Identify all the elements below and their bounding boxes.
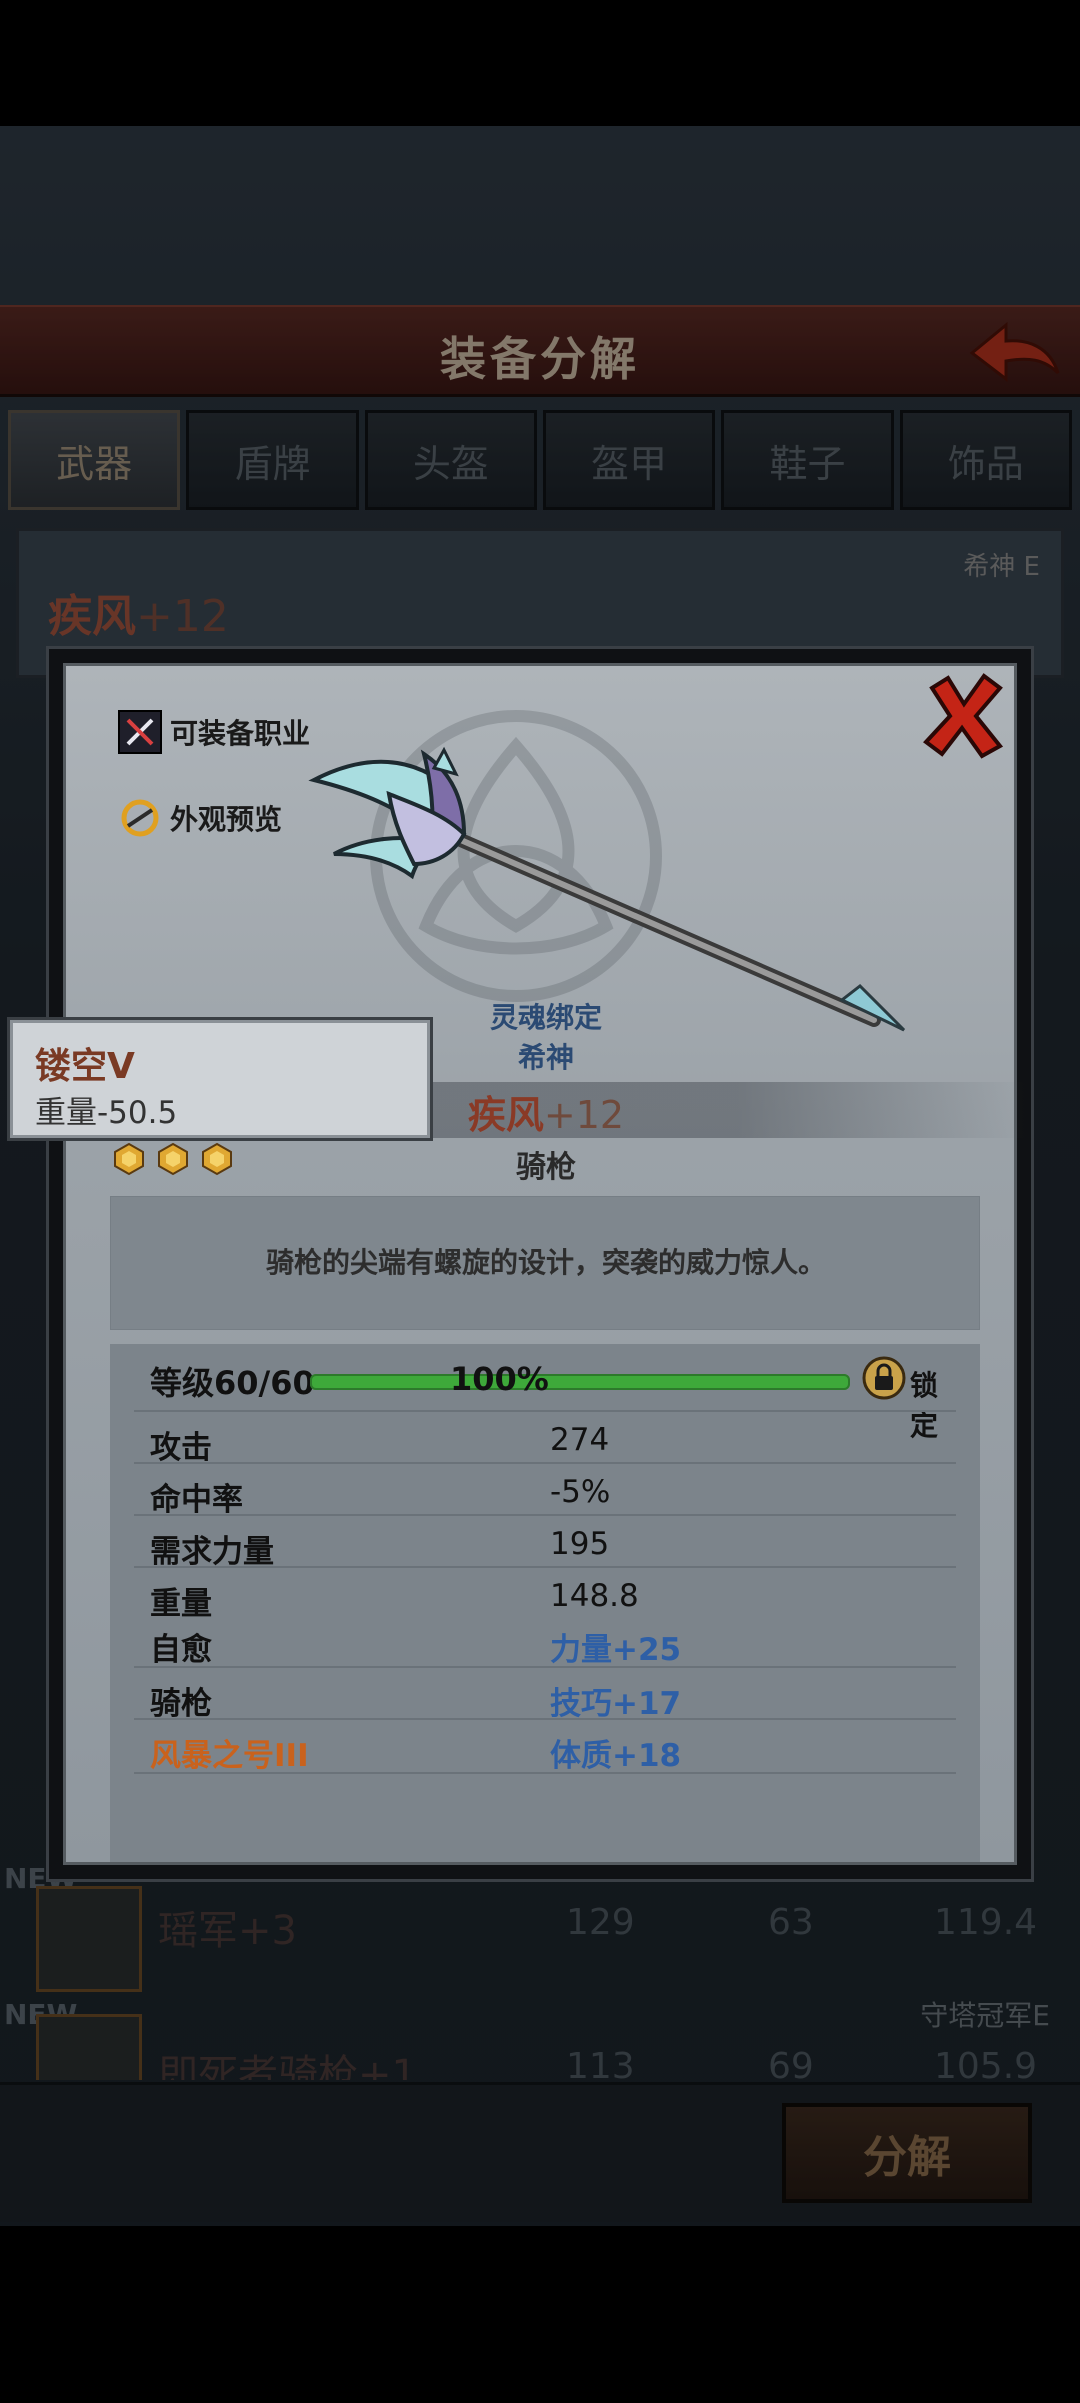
tooltip-stat: 重量-50.5 [35,1095,178,1131]
stat-value: 148.8 [550,1578,639,1614]
stat-row-hit-rate: 命中率 -5% [134,1462,956,1518]
stat-row-attack: 攻击 274 [134,1410,956,1466]
preview-icon [118,796,162,840]
stat-row-required-strength: 需求力量 195 [134,1514,956,1570]
bonus-value: 技巧+17 [550,1686,682,1722]
gem-tooltip: 镂空V 重量-50.5 [10,1020,430,1138]
description-box: 骑枪的尖端有螺旋的设计，突袭的威力惊人。 [110,1196,980,1330]
bonus-value: 体质+18 [550,1738,682,1774]
gem-socket-icon[interactable] [112,1142,146,1176]
stat-key: 需求力量 [150,1534,274,1570]
appearance-preview-button[interactable]: 外观预览 [118,796,282,840]
stat-value: -5% [550,1474,611,1510]
level-row: 等级60/60 100% 锁定 [150,1354,950,1442]
skill-name[interactable]: 风暴之号III [150,1730,309,1775]
level-progress-bar [310,1374,850,1390]
item-description: 骑枪的尖端有螺旋的设计，突袭的威力惊人。 [265,1246,826,1279]
stat-key: 命中率 [150,1482,243,1518]
close-corner [884,666,1014,766]
level-percent: 100% [450,1360,549,1398]
stat-value: 274 [550,1422,610,1458]
stat-row-skill: 自愈 力量+25 [134,1614,956,1669]
dialog-panel: 可装备职业 外观预览 灵魂绑定 希神 疾风+12 骑枪 骑枪的尖端有螺旋的设计，… [63,663,1026,1865]
skill-name[interactable]: 自愈 [150,1624,212,1669]
crossed-swords-icon [118,710,162,754]
skill-name[interactable]: 骑枪 [150,1678,212,1723]
gem-socket-icon[interactable] [156,1142,190,1176]
equippable-class-label: 可装备职业 [170,717,311,750]
stat-key: 攻击 [150,1430,212,1466]
bonus-value: 力量+25 [550,1632,682,1668]
divider [134,1772,956,1774]
item-detail-dialog: 可装备职业 外观预览 灵魂绑定 希神 疾风+12 骑枪 骑枪的尖端有螺旋的设计，… [46,646,1034,1882]
gem-socket-icon[interactable] [200,1142,234,1176]
tooltip-title: 镂空V [35,1046,135,1087]
close-icon[interactable] [918,670,1008,760]
stat-row-weight: 重量 148.8 [134,1566,956,1622]
stat-value: 195 [550,1526,610,1562]
lock-icon[interactable] [862,1356,906,1400]
stat-row-skill: 骑枪 技巧+17 [134,1666,956,1722]
lance-weapon-icon [308,746,906,1032]
equippable-class-button[interactable]: 可装备职业 [118,710,310,754]
stat-row-skill: 风暴之号III 体质+18 [134,1718,956,1774]
level-label: 等级60/60 [150,1364,315,1402]
gem-sockets [112,1142,234,1176]
appearance-preview-label: 外观预览 [170,803,283,836]
stats-panel: 等级60/60 100% 锁定 攻击 274 命中率 -5% 需求力量 195 … [110,1344,980,1862]
